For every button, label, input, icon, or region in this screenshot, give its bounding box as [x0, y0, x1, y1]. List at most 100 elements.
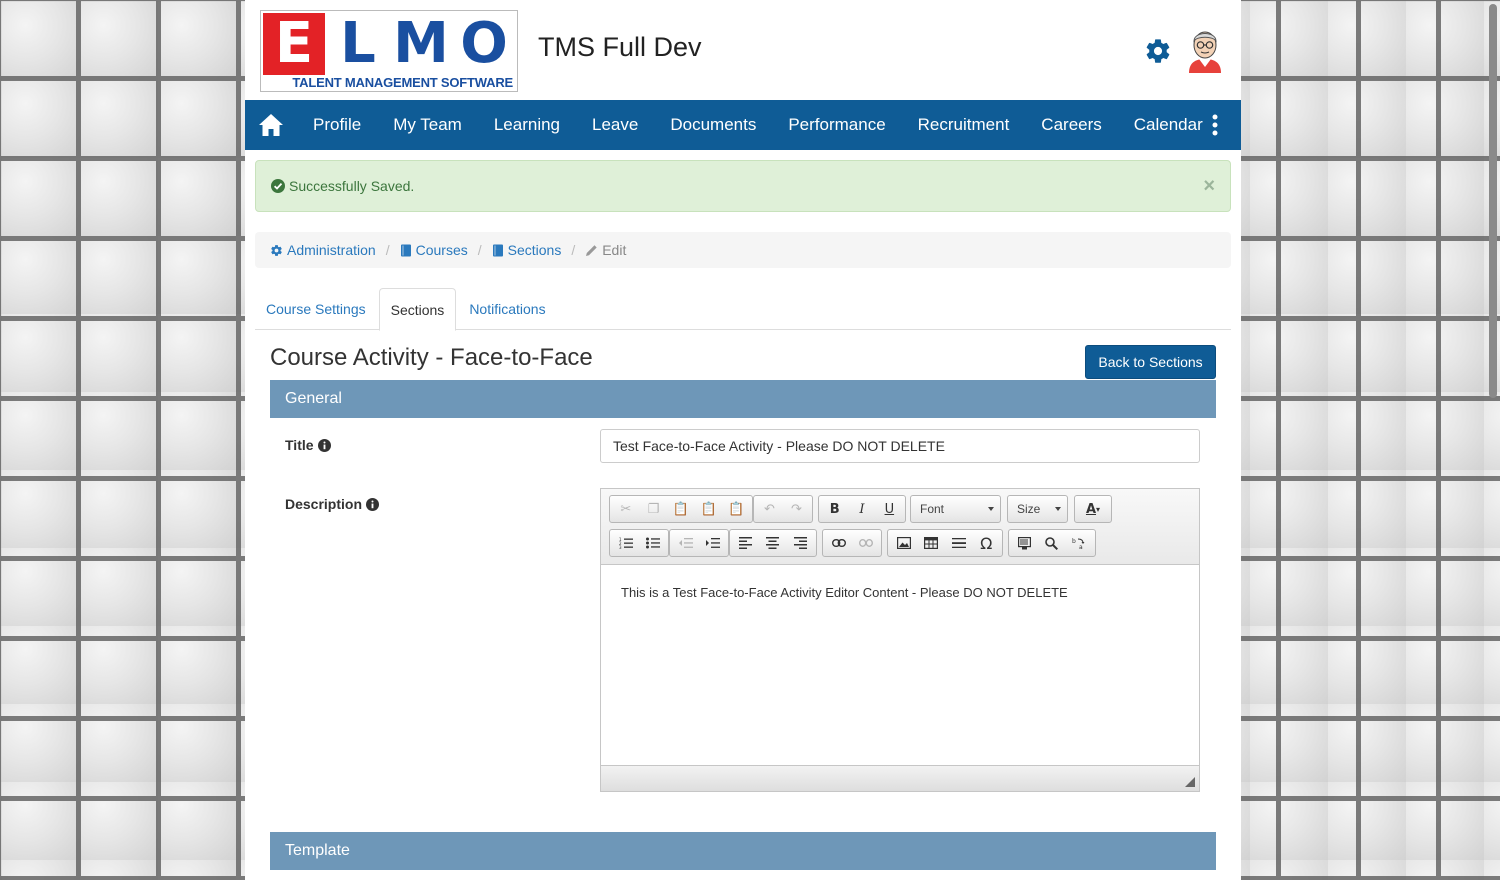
general-section-header: General [270, 380, 1216, 418]
settings-gear-icon[interactable] [1144, 37, 1172, 65]
outdent-icon[interactable] [672, 531, 699, 555]
align-right-icon[interactable] [787, 531, 814, 555]
horizontal-rule-icon[interactable] [945, 531, 973, 555]
cog-icon [271, 244, 282, 256]
unlink-icon[interactable] [852, 531, 879, 555]
nav-my-team[interactable]: My Team [377, 100, 478, 150]
basic-styles-group: B I U [818, 495, 906, 523]
editor-toolbar: ✂ ❐ 📋 📋 📋 ↶ ↷ B I U Font Size A ▾ 1 2 3 … [601, 489, 1199, 565]
home-icon[interactable] [245, 100, 297, 150]
editor-status-bar [601, 765, 1199, 791]
svg-text:b: b [1072, 538, 1076, 545]
size-combo[interactable]: Size [1007, 495, 1068, 523]
pencil-icon [586, 244, 597, 256]
alert-message: Successfully Saved. [289, 178, 415, 194]
indent-icon[interactable] [699, 531, 726, 555]
italic-button[interactable]: I [848, 497, 875, 521]
underline-button[interactable]: U [876, 497, 903, 521]
undo-icon[interactable]: ↶ [756, 497, 783, 521]
source-icon[interactable] [1011, 531, 1038, 555]
main-page: E L M O TALENT MANAGEMENT SOFTWARE TMS F… [245, 0, 1241, 880]
breadcrumb: Administration / Courses / Sections / Ed… [255, 232, 1231, 268]
image-icon[interactable] [890, 531, 918, 555]
more-vertical-icon[interactable] [1203, 112, 1227, 138]
text-color-button[interactable]: A ▾ [1077, 497, 1109, 521]
chevron-down-icon [988, 507, 994, 511]
description-label: Description [285, 496, 380, 512]
breadcrumb-edit: Edit [585, 242, 626, 258]
align-group [729, 529, 817, 557]
main-nav: Profile My Team Learning Leave Documents… [245, 100, 1241, 150]
redo-icon[interactable]: ↷ [783, 497, 810, 521]
info-icon[interactable] [366, 497, 380, 511]
find-icon[interactable] [1038, 531, 1065, 555]
nav-careers[interactable]: Careers [1025, 100, 1117, 150]
resize-handle-icon[interactable] [1185, 777, 1195, 787]
link-group [822, 529, 882, 557]
table-icon[interactable] [918, 531, 946, 555]
editor-content-area[interactable]: This is a Test Face-to-Face Activity Edi… [601, 565, 1199, 765]
tools-group: ba [1008, 529, 1096, 557]
breadcrumb-sections[interactable]: Sections [492, 242, 561, 258]
tab-notifications[interactable]: Notifications [458, 288, 556, 330]
svg-text:a: a [1079, 544, 1083, 550]
insert-group: Ω [887, 529, 1003, 557]
copy-icon[interactable]: ❐ [640, 497, 668, 521]
link-icon[interactable] [825, 531, 852, 555]
alert-close-icon[interactable]: × [1203, 175, 1215, 198]
indent-group [669, 529, 729, 557]
list-group: 123 [609, 529, 669, 557]
logo-letter-e: E [263, 13, 325, 75]
description-rich-text-editor: ✂ ❐ 📋 📋 📋 ↶ ↷ B I U Font Size A ▾ 1 2 3 … [600, 488, 1200, 792]
tab-course-settings[interactable]: Course Settings [255, 288, 377, 330]
header: E L M O TALENT MANAGEMENT SOFTWARE TMS F… [245, 0, 1241, 100]
bulleted-list-icon[interactable] [639, 531, 666, 555]
success-alert: Successfully Saved. × [255, 160, 1231, 212]
book-icon [400, 244, 411, 256]
logo-tagline: TALENT MANAGEMENT SOFTWARE [292, 75, 513, 90]
breadcrumb-courses[interactable]: Courses [400, 242, 468, 258]
title-input[interactable] [600, 429, 1200, 463]
nav-learning[interactable]: Learning [478, 100, 576, 150]
paste-text-icon[interactable]: 📋 [695, 497, 723, 521]
nav-recruitment[interactable]: Recruitment [902, 100, 1026, 150]
undo-group: ↶ ↷ [753, 495, 813, 523]
breadcrumb-separator: / [385, 242, 390, 258]
nav-leave[interactable]: Leave [576, 100, 654, 150]
font-combo[interactable]: Font [910, 495, 1001, 523]
page-title: Course Activity - Face-to-Face [270, 344, 593, 371]
book-icon [492, 244, 503, 256]
text-color-group: A ▾ [1074, 495, 1112, 523]
paste-word-icon[interactable]: 📋 [722, 497, 750, 521]
paste-icon[interactable]: 📋 [667, 497, 695, 521]
user-avatar[interactable] [1185, 25, 1225, 73]
app-title: TMS Full Dev [538, 32, 702, 62]
elmo-logo[interactable]: E L M O TALENT MANAGEMENT SOFTWARE [260, 10, 518, 92]
info-icon[interactable] [317, 438, 331, 452]
logo-letter-o: O [454, 13, 514, 75]
special-character-icon[interactable]: Ω [973, 531, 1001, 555]
nav-documents[interactable]: Documents [654, 100, 772, 150]
clipboard-group: ✂ ❐ 📋 📋 📋 [609, 495, 753, 523]
logo-letter-l: L [328, 13, 388, 75]
breadcrumb-separator: / [571, 242, 576, 258]
align-left-icon[interactable] [732, 531, 759, 555]
template-section-header: Template [270, 832, 1216, 870]
nav-profile[interactable]: Profile [297, 100, 377, 150]
replace-icon[interactable]: ba [1066, 531, 1093, 555]
bold-button[interactable]: B [821, 497, 848, 521]
logo-letter-m: M [391, 13, 451, 75]
svg-text:3: 3 [619, 545, 622, 549]
page-scrollbar[interactable] [1486, 0, 1500, 880]
title-label: Title [285, 437, 331, 453]
scrollbar-thumb[interactable] [1489, 4, 1497, 398]
nav-performance[interactable]: Performance [772, 100, 901, 150]
tab-bar: Course Settings Sections Notifications [255, 288, 1231, 331]
tab-sections[interactable]: Sections [378, 288, 457, 331]
cut-icon[interactable]: ✂ [612, 497, 640, 521]
numbered-list-icon[interactable]: 123 [612, 531, 639, 555]
align-center-icon[interactable] [759, 531, 786, 555]
chevron-down-icon [1055, 507, 1061, 511]
back-to-sections-button[interactable]: Back to Sections [1085, 345, 1216, 379]
breadcrumb-administration[interactable]: Administration [270, 242, 376, 258]
